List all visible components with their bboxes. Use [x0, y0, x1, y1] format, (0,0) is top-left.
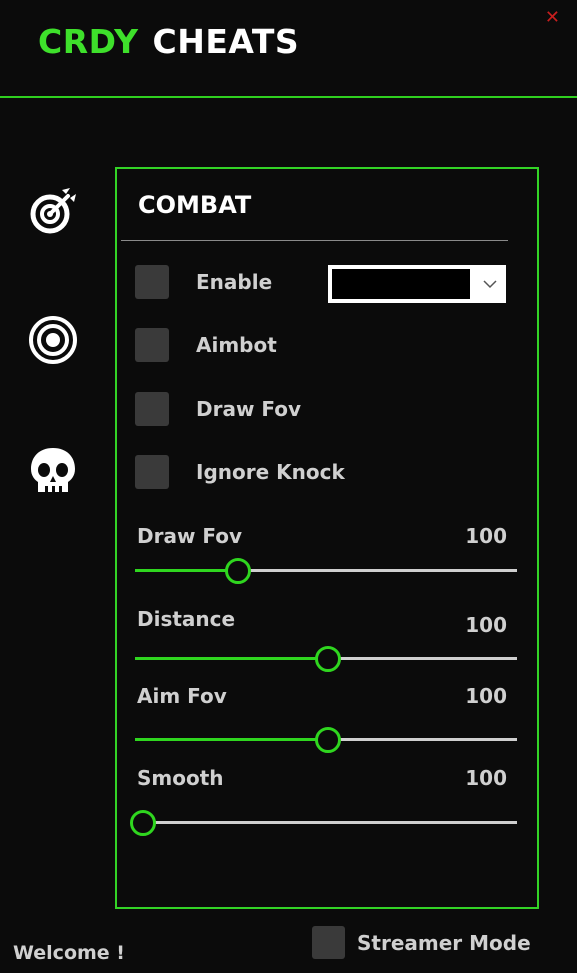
- ignore-knock-checkbox[interactable]: [135, 455, 169, 489]
- target-icon: [30, 188, 76, 234]
- smooth-slider-label: Smooth: [137, 766, 224, 790]
- distance-slider-label: Distance: [137, 607, 236, 631]
- header-bar: CRDY CHEATS ✕: [0, 0, 577, 98]
- slider-thumb[interactable]: [129, 810, 156, 836]
- draw-fov-slider-label: Draw Fov: [137, 524, 243, 548]
- smooth-slider-value: 100: [465, 766, 507, 790]
- smooth-slider[interactable]: [129, 810, 517, 836]
- welcome-text: Welcome !: [13, 942, 125, 964]
- slider-thumb[interactable]: [314, 646, 341, 672]
- chevron-down-icon: [483, 280, 497, 289]
- brand-name: CRDY: [38, 22, 139, 61]
- aim-fov-slider-label: Aim Fov: [137, 684, 227, 708]
- aim-fov-slider-value: 100: [465, 684, 507, 708]
- dropdown-value: [332, 269, 470, 299]
- distance-slider[interactable]: [135, 646, 517, 672]
- aimbot-label: Aimbot: [196, 333, 277, 357]
- nav-visuals-eye-icon[interactable]: [26, 313, 80, 367]
- enable-checkbox[interactable]: [135, 265, 169, 299]
- aimbot-row: Aimbot: [135, 328, 515, 364]
- enable-key-dropdown[interactable]: [328, 265, 506, 303]
- slider-track: [135, 821, 517, 824]
- close-button[interactable]: ✕: [545, 9, 560, 27]
- skull-icon: [31, 448, 75, 492]
- slider-thumb[interactable]: [225, 558, 252, 584]
- slider-fill: [135, 738, 328, 741]
- enable-label: Enable: [196, 270, 273, 294]
- slider-fill: [135, 569, 239, 572]
- draw-fov-checkbox[interactable]: [135, 392, 169, 426]
- combat-panel: COMBAT Enable Aimbot Draw Fov Ignore Kno…: [115, 167, 539, 909]
- app-title: CRDY CHEATS: [38, 22, 299, 61]
- app-window: CRDY CHEATS ✕ COMBAT Enable Aimbot Draw …: [0, 0, 577, 973]
- ignore-knock-row: Ignore Knock: [135, 455, 515, 491]
- brand-suffix: CHEATS: [152, 22, 300, 61]
- draw-fov-row: Draw Fov: [135, 392, 515, 428]
- streamer-mode-label: Streamer Mode: [357, 931, 531, 955]
- ignore-knock-label: Ignore Knock: [196, 460, 345, 484]
- slider-fill: [135, 657, 328, 660]
- streamer-mode-row: Streamer Mode: [312, 926, 562, 962]
- streamer-mode-checkbox[interactable]: [312, 926, 345, 959]
- aimbot-checkbox[interactable]: [135, 328, 169, 362]
- draw-fov-label: Draw Fov: [196, 397, 302, 421]
- eye-icon: [29, 316, 77, 364]
- nav-misc-skull-icon[interactable]: [26, 444, 80, 498]
- panel-divider: [121, 240, 508, 241]
- slider-thumb[interactable]: [314, 727, 341, 753]
- distance-slider-value: 100: [465, 613, 507, 637]
- draw-fov-slider[interactable]: [135, 558, 517, 584]
- nav-combat-target-icon[interactable]: [26, 184, 80, 238]
- panel-title: COMBAT: [138, 191, 252, 219]
- aim-fov-slider[interactable]: [135, 727, 517, 753]
- draw-fov-slider-value: 100: [465, 524, 507, 548]
